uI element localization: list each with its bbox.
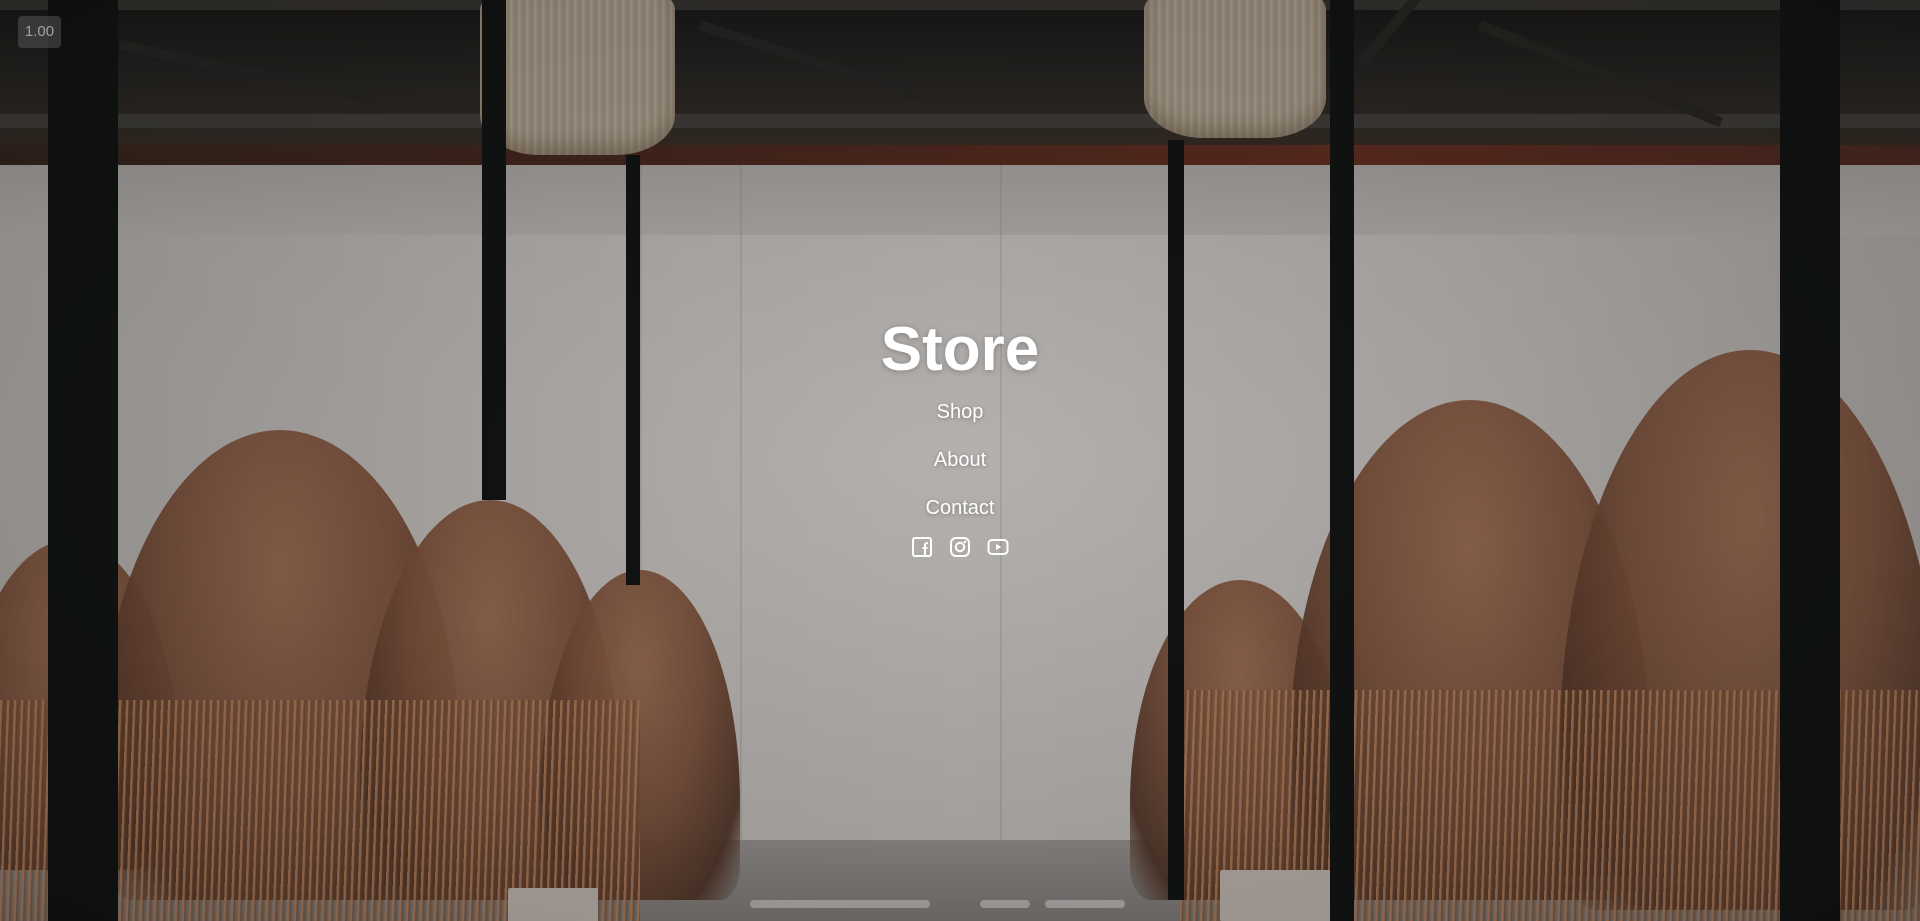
main-nav: Shop About Contact xyxy=(860,400,1060,520)
site-title[interactable]: Store xyxy=(860,313,1060,387)
youtube-icon[interactable] xyxy=(987,536,1009,558)
social-links xyxy=(860,536,1060,558)
zoom-level-badge: 1.00 xyxy=(18,16,61,48)
center-menu: Store Shop About Contact xyxy=(860,300,1060,558)
nav-link-shop[interactable]: Shop xyxy=(860,400,1060,424)
nav-link-contact[interactable]: Contact xyxy=(860,496,1060,520)
nav-link-about[interactable]: About xyxy=(860,448,1060,472)
instagram-icon[interactable] xyxy=(949,536,971,558)
facebook-icon[interactable] xyxy=(911,536,933,558)
